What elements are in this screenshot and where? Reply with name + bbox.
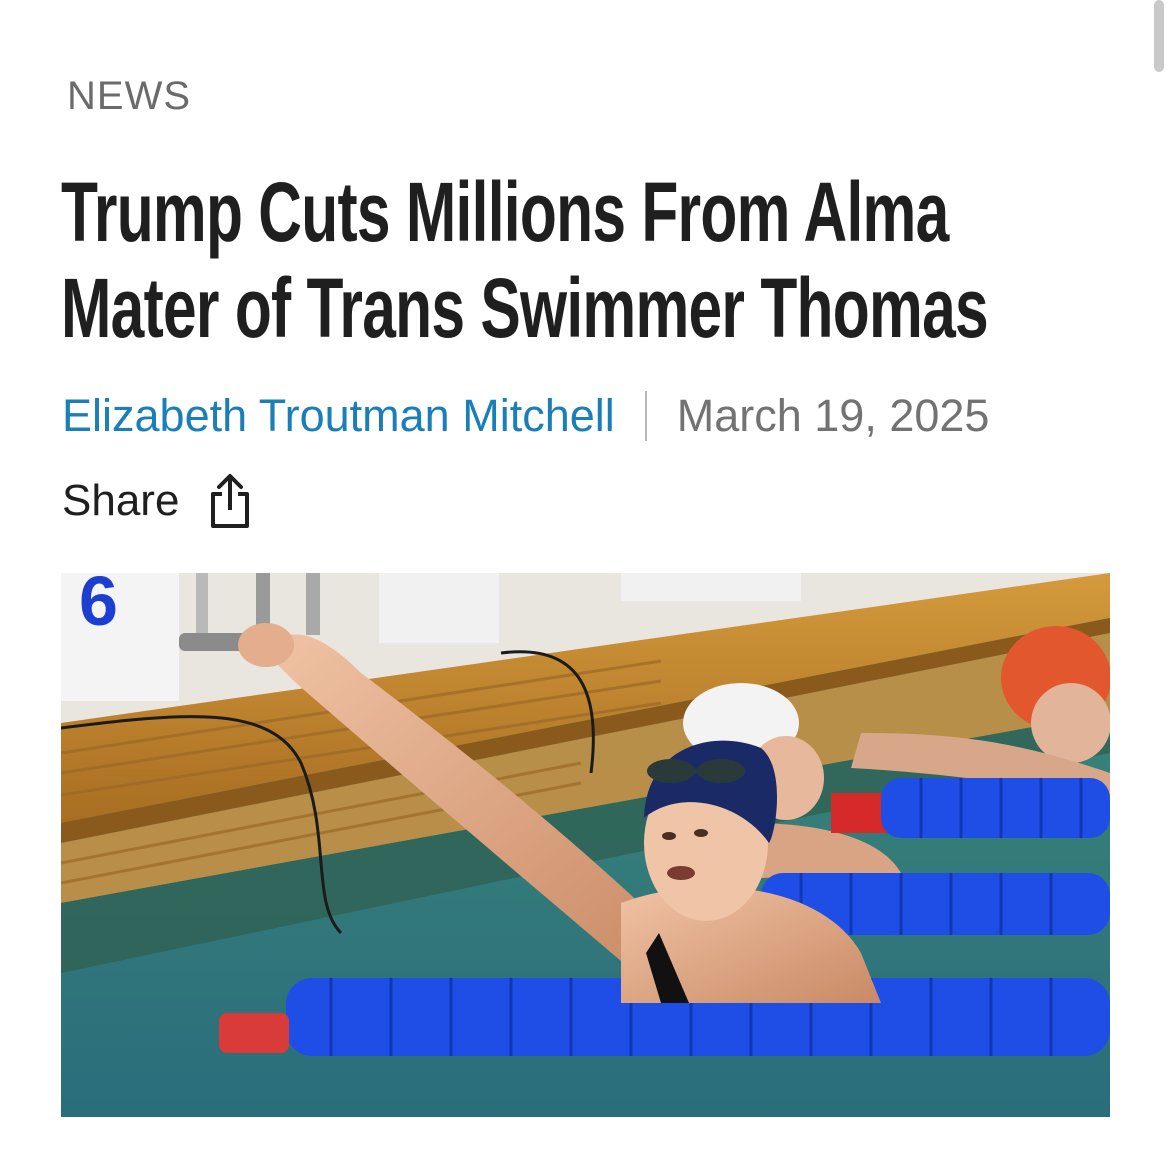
lane-number: 6 (79, 573, 118, 640)
article-headline: Trump Cuts Millions From Alma Mater of T… (61, 164, 1141, 356)
scrollbar[interactable] (1154, 0, 1164, 72)
share-button[interactable]: Share (62, 472, 253, 530)
publish-date: March 19, 2025 (676, 390, 990, 441)
headline-line-1: Trump Cuts Millions From Alma (61, 165, 949, 259)
article-category[interactable]: NEWS (67, 74, 191, 119)
hero-image[interactable]: 6 (61, 573, 1110, 1117)
swimmer-photo: 6 (61, 573, 1110, 1117)
author-link[interactable]: Elizabeth Troutman Mitchell (62, 388, 615, 444)
byline-divider (644, 391, 647, 441)
headline-line-2: Mater of Trans Swimmer Thomas (61, 261, 989, 355)
share-label: Share (62, 476, 180, 525)
byline: Elizabeth Troutman Mitchell March 19, 20… (62, 388, 989, 444)
share-icon[interactable] (207, 472, 253, 530)
